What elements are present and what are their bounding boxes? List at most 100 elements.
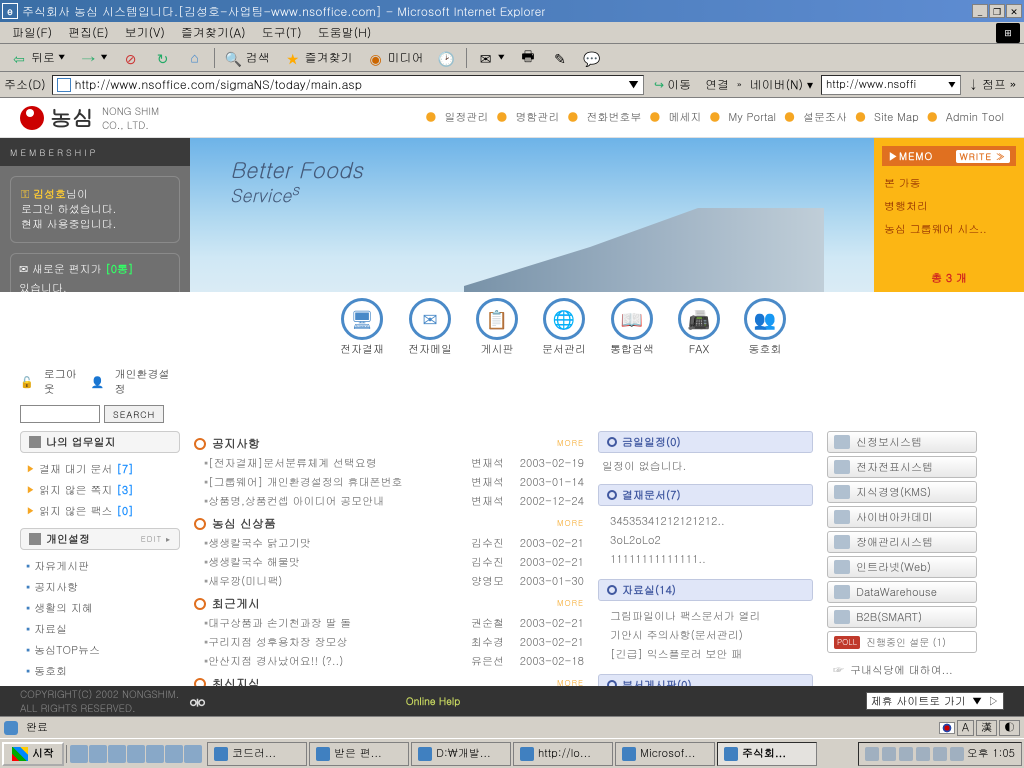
tray-icon[interactable] bbox=[882, 747, 896, 761]
sys-link[interactable]: B2B(SMART) bbox=[827, 606, 977, 628]
logout-link[interactable]: 로그아웃 bbox=[44, 367, 81, 397]
links-expand-icon[interactable]: » bbox=[737, 78, 742, 91]
memo-item[interactable]: 농심 그룹웨어 시스.. bbox=[882, 218, 1016, 241]
ql-icon[interactable] bbox=[89, 745, 107, 763]
list-item[interactable]: ▶읽지 않은 팩스 [0] bbox=[24, 501, 176, 522]
minimize-button[interactable]: _ bbox=[972, 4, 988, 18]
menu-edit[interactable]: 편집(E) bbox=[60, 22, 117, 43]
stop-button[interactable]: ⊘ bbox=[116, 47, 146, 69]
board-row[interactable]: ▪ 구리지점 성후용차장 장모상최수경2003-02-21 bbox=[194, 633, 584, 652]
affiliate-select[interactable]: 제휴 사이트로 가기▼▷ bbox=[866, 692, 1004, 710]
tray-icon[interactable] bbox=[916, 747, 930, 761]
naver-label[interactable]: 네이버(N) ▾ bbox=[746, 76, 817, 93]
cat-fax[interactable]: 📠FAX bbox=[678, 298, 720, 357]
discuss-button[interactable]: 💬 bbox=[577, 47, 607, 69]
ime-button[interactable]: ◐ bbox=[999, 720, 1020, 736]
home-button[interactable]: ⌂ bbox=[180, 47, 210, 69]
task-button[interactable]: Microsof... bbox=[615, 742, 715, 766]
media-button[interactable]: ◉미디어 bbox=[361, 47, 430, 69]
sys-link[interactable]: 지식경영(KMS) bbox=[827, 481, 977, 503]
board-row[interactable]: ▪ 상품명,상품컨셉 아이디어 공모안내변재석2002-12-24 bbox=[194, 492, 584, 511]
sys-link[interactable]: 장애관리시스템 bbox=[827, 531, 977, 553]
menu-file[interactable]: 파일(F) bbox=[4, 22, 60, 43]
tray-icon[interactable] bbox=[899, 747, 913, 761]
tray-icon[interactable] bbox=[950, 747, 964, 761]
nav-sitemap[interactable]: Site Map bbox=[874, 110, 919, 125]
list-item[interactable]: ▪공지사항 bbox=[24, 577, 176, 598]
nav-schedule[interactable]: 일정관리 bbox=[444, 110, 488, 125]
nav-message[interactable]: 메세지 bbox=[668, 110, 701, 125]
list-item[interactable]: [긴급] 익스플로러 보안 패 bbox=[602, 645, 809, 664]
cat-approval[interactable]: 🖥전자결재 bbox=[340, 298, 384, 357]
board-row[interactable]: ▪ 대구상품과 손기천과장 딸 돌권순철2003-02-21 bbox=[194, 614, 584, 633]
nav-admin[interactable]: Admin Tool bbox=[946, 110, 1004, 125]
logo[interactable]: 농심 NONG SHIMCO., LTD. bbox=[20, 102, 159, 133]
more-link[interactable]: MORE bbox=[557, 598, 584, 609]
board-row[interactable]: ▪ [전자결재]문서분류체계 선택요령변재석2003-02-19 bbox=[194, 454, 584, 473]
chevron-down-icon[interactable]: ▼ bbox=[628, 76, 639, 93]
board-row[interactable]: ▪ 생생칼국수 닭고기맛김수진2003-02-21 bbox=[194, 534, 584, 553]
ql-icon[interactable] bbox=[127, 745, 145, 763]
sys-link[interactable]: 사이버아카데미 bbox=[827, 506, 977, 528]
mail-button[interactable]: ✉▼ bbox=[471, 47, 511, 69]
task-button[interactable]: 코드러... bbox=[207, 742, 307, 766]
list-item[interactable]: ▪자료실 bbox=[24, 619, 176, 640]
survey-link[interactable]: ☞구내식당에 대하여... bbox=[827, 659, 977, 682]
ql-icon[interactable] bbox=[165, 745, 183, 763]
secondary-url-input[interactable]: http://www.nsoffi▼ bbox=[821, 75, 961, 95]
forward-button[interactable]: →▼ bbox=[73, 47, 113, 69]
more-link[interactable]: MORE bbox=[557, 518, 584, 529]
memo-write-button[interactable]: WRITE ≫ bbox=[956, 150, 1010, 163]
search-button[interactable]: SEARCH bbox=[104, 405, 164, 423]
list-item[interactable]: ▪동호회 bbox=[24, 661, 176, 682]
start-button[interactable]: 시작 bbox=[2, 742, 64, 766]
cat-email[interactable]: ✉전자메일 bbox=[408, 298, 452, 357]
close-button[interactable]: ✕ bbox=[1006, 4, 1022, 18]
list-item[interactable]: 34535341212121212.. bbox=[602, 512, 809, 531]
nav-phonebook[interactable]: 전화번호부 bbox=[586, 110, 641, 125]
refresh-button[interactable]: ↻ bbox=[148, 47, 178, 69]
jump-label[interactable]: ↓ 점프 » bbox=[965, 76, 1020, 93]
cat-club[interactable]: 👥동호회 bbox=[744, 298, 786, 357]
list-item[interactable]: ▶결재 대기 문서 [7] bbox=[24, 459, 176, 480]
board-row[interactable]: ▪ 안산지점 경사났어요!! (?..)유은선2003-02-18 bbox=[194, 652, 584, 671]
clock[interactable]: 오후 1:05 bbox=[967, 746, 1015, 761]
online-help-link[interactable]: Online Help bbox=[406, 694, 460, 708]
task-button[interactable]: http://lo... bbox=[513, 742, 613, 766]
favorites-button[interactable]: ★즐겨찾기 bbox=[278, 47, 359, 69]
list-item[interactable]: 3oL2oLo2 bbox=[602, 531, 809, 550]
tray-icon[interactable] bbox=[865, 747, 879, 761]
back-button[interactable]: ⇦뒤로▼ bbox=[4, 47, 71, 69]
more-link[interactable]: MORE bbox=[557, 438, 584, 449]
list-item[interactable]: ▪생활의 지혜 bbox=[24, 598, 176, 619]
sys-link[interactable]: 인트라넷(Web) bbox=[827, 556, 977, 578]
tray-icon[interactable] bbox=[933, 747, 947, 761]
nav-namecard[interactable]: 명함관리 bbox=[515, 110, 559, 125]
search-button[interactable]: 🔍검색 bbox=[219, 47, 276, 69]
ql-icon[interactable] bbox=[184, 745, 202, 763]
menu-favorites[interactable]: 즐겨찾기(A) bbox=[173, 22, 254, 43]
task-button-active[interactable]: 주식회... bbox=[717, 742, 817, 766]
ql-icon[interactable] bbox=[146, 745, 164, 763]
cat-board[interactable]: 📋게시판 bbox=[476, 298, 518, 357]
ql-icon[interactable] bbox=[70, 745, 88, 763]
poll-box[interactable]: POLL진행중인 설문 (1) bbox=[827, 631, 977, 653]
search-input[interactable] bbox=[20, 405, 100, 423]
ql-icon[interactable] bbox=[108, 745, 126, 763]
sys-link[interactable]: DataWarehouse bbox=[827, 581, 977, 603]
task-button[interactable]: 받은 편... bbox=[309, 742, 409, 766]
nav-survey[interactable]: 설문조사 bbox=[803, 110, 847, 125]
address-input-wrap[interactable]: ▼ bbox=[52, 75, 644, 95]
cat-doc[interactable]: 🌐문서관리 bbox=[542, 298, 586, 357]
memo-item[interactable]: 병행처리 bbox=[882, 195, 1016, 218]
menu-help[interactable]: 도움말(H) bbox=[310, 22, 380, 43]
sys-link[interactable]: 신정보시스템 bbox=[827, 431, 977, 453]
env-settings-link[interactable]: 개인환경설정 bbox=[114, 367, 170, 397]
edit-link[interactable]: EDIT ▸ bbox=[141, 534, 171, 545]
list-item[interactable]: ▪자유게시판 bbox=[24, 556, 176, 577]
url-input[interactable] bbox=[75, 76, 624, 93]
list-item[interactable]: 그림파일이나 팩스문서가 열리 bbox=[602, 607, 809, 626]
print-button[interactable]: 🖶 bbox=[513, 47, 543, 69]
sys-link[interactable]: 전자전표시스템 bbox=[827, 456, 977, 478]
list-item[interactable]: 11111111111111.. bbox=[602, 550, 809, 569]
